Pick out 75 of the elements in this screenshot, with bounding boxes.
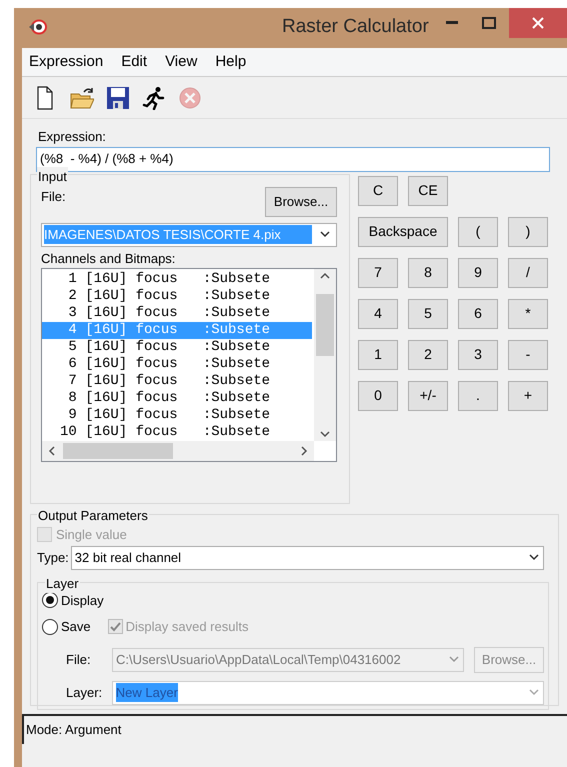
scrollbar-thumb[interactable] <box>316 294 334 356</box>
keypad-button[interactable]: ) <box>508 216 548 246</box>
list-label: Channels and Bitmaps: <box>41 250 176 268</box>
radio-label[interactable]: Save <box>61 617 91 636</box>
keypad-button[interactable]: CE <box>408 176 448 206</box>
keypad-button[interactable]: 7 <box>358 258 398 288</box>
keypad-button[interactable]: C <box>358 176 398 206</box>
channel-row[interactable]: 8 [16U] focus :Subsete <box>42 390 312 407</box>
radio-button[interactable] <box>42 592 58 608</box>
channel-row[interactable]: 5 [16U] focus :Subsete <box>42 339 312 356</box>
expression-text: (%8 - %4) / (%8 + %4) <box>40 150 174 168</box>
field-label: Layer: <box>66 684 104 702</box>
caret-icon <box>529 689 539 696</box>
file-path: IMAGENES\DATOS TESIS\CORTE 4.pix <box>44 224 312 244</box>
menu-item[interactable]: Expression <box>29 50 104 74</box>
horizontal-scrollbar[interactable] <box>42 441 314 461</box>
keypad-button[interactable]: 5 <box>408 298 448 328</box>
keypad-button[interactable]: 2 <box>408 340 448 370</box>
menu-item[interactable]: Help <box>215 50 246 74</box>
keypad-button[interactable]: + <box>508 380 548 410</box>
keypad-button[interactable]: / <box>508 258 548 288</box>
keypad-button[interactable]: 1 <box>358 340 398 370</box>
channel-row[interactable]: 2 [16U] focus :Subsete <box>42 288 312 305</box>
status-text: Mode: Argument <box>26 720 122 739</box>
eye-icon <box>28 19 48 35</box>
type-dropdown[interactable]: 32 bit real channel <box>70 546 544 570</box>
caret-icon <box>528 554 539 561</box>
keypad-button[interactable]: 4 <box>358 298 398 328</box>
scroll-left-icon[interactable] <box>48 446 55 456</box>
field-label: File: <box>41 188 66 206</box>
menu-item[interactable]: Edit <box>121 50 148 74</box>
folder-icon[interactable] <box>70 86 94 110</box>
running-figure-icon[interactable] <box>142 86 166 110</box>
keypad-button[interactable]: ( <box>458 216 498 246</box>
radio-label[interactable]: Display <box>61 590 104 610</box>
close-button[interactable] <box>509 8 567 38</box>
browse-button[interactable]: Browse... <box>265 186 337 216</box>
menu-item[interactable]: View <box>165 50 198 74</box>
maximize-icon <box>482 17 496 29</box>
scrollbar-thumb[interactable] <box>63 443 173 459</box>
keypad-button[interactable]: . <box>458 380 498 410</box>
channel-row[interactable]: 6 [16U] focus :Subsete <box>42 356 312 373</box>
vertical-scrollbar[interactable] <box>314 269 336 441</box>
dropdown-value: New Layer <box>116 682 178 702</box>
dropdown-value: 32 bit real channel <box>74 548 182 567</box>
minimize-icon <box>446 21 458 25</box>
field-label: Expression: <box>38 128 107 146</box>
keypad-button[interactable]: 9 <box>458 258 498 288</box>
keypad-button[interactable]: +/- <box>408 380 448 410</box>
scroll-down-icon[interactable] <box>320 431 330 438</box>
expression-field[interactable]: (%8 - %4) / (%8 + %4) <box>36 146 550 172</box>
window-title: Raster Calculator <box>282 14 429 39</box>
caret-icon <box>320 231 330 238</box>
scroll-up-icon[interactable] <box>320 272 330 279</box>
scroll-right-icon[interactable] <box>301 446 308 456</box>
keypad-button[interactable]: 8 <box>408 258 448 288</box>
caret-icon <box>449 656 459 663</box>
group-title: Input <box>37 166 68 186</box>
channel-row[interactable]: 1 [16U] focus :Subsete <box>42 271 312 288</box>
dropdown-value: C:\Users\Usuario\AppData\Local\Temp\04316002 <box>116 650 401 669</box>
channel-row[interactable]: 9 [16U] focus :Subsete <box>42 407 312 424</box>
floppy-disk-icon[interactable] <box>106 86 130 110</box>
channel-row[interactable]: 10 [16U] focus :Subsete <box>42 424 312 441</box>
radio-button[interactable] <box>42 618 58 635</box>
keypad-button[interactable]: - <box>508 340 548 370</box>
keypad-button[interactable]: * <box>508 298 548 328</box>
close-icon <box>532 17 544 29</box>
field-label: File: <box>66 650 92 669</box>
field-label: Type: <box>37 548 69 567</box>
channel-row[interactable]: 3 [16U] focus :Subsete <box>42 305 312 322</box>
keypad-button[interactable]: Backspace <box>358 216 448 246</box>
keypad-button[interactable]: 6 <box>458 298 498 328</box>
keypad-button[interactable]: 0 <box>358 380 398 410</box>
channel-row[interactable]: 7 [16U] focus :Subsete <box>42 373 312 390</box>
keypad-button[interactable]: 3 <box>458 340 498 370</box>
